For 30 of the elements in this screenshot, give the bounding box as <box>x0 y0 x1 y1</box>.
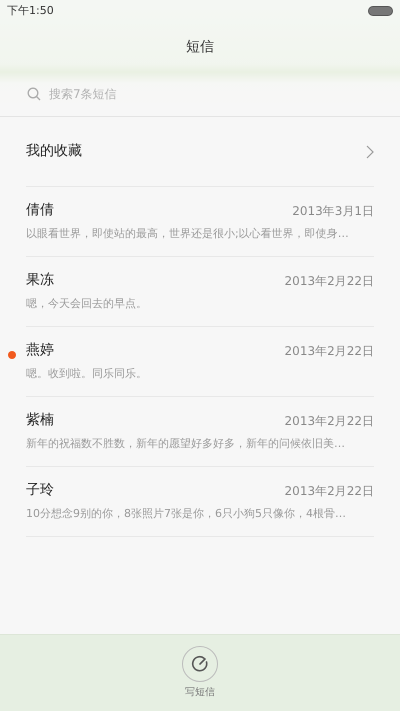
conversation-item[interactable]: 果冻 2013年2月22日 嗯，今天会回去的早点。 <box>26 257 374 327</box>
search-icon <box>27 87 41 101</box>
message-preview: 以眼看世界，即使站的最高，世界还是很小;以心看世界，即使身… <box>26 226 350 242</box>
message-preview: 10分想念9别的你，8张照片7张是你，6只小狗5只像你，4根骨… <box>26 506 347 522</box>
contact-name: 倩倩 <box>26 201 54 220</box>
contact-name: 燕婷 <box>26 341 54 360</box>
contact-name: 紫楠 <box>26 411 54 430</box>
message-date: 2013年3月1日 <box>292 202 374 220</box>
conversation-item[interactable]: 燕婷 2013年2月22日 嗯。收到啦。同乐同乐。 <box>26 327 374 397</box>
message-date: 2013年2月22日 <box>284 482 374 500</box>
page-title: 短信 <box>186 38 214 56</box>
status-time: 下午1:50 <box>7 2 54 19</box>
compose-icon <box>191 655 209 673</box>
message-date: 2013年2月22日 <box>284 342 374 360</box>
message-preview: 嗯。收到啦。同乐同乐。 <box>26 366 148 382</box>
conversation-item[interactable]: 紫楠 2013年2月22日 新年的祝福数不胜数，新年的愿望好多好多，新年的问候依旧美… <box>26 397 374 467</box>
compose-label: 写短信 <box>185 686 215 700</box>
message-date: 2013年2月22日 <box>284 272 374 290</box>
favorites-row[interactable]: 我的收藏 <box>26 117 374 187</box>
chevron-right-icon <box>366 144 374 158</box>
message-preview: 新年的祝福数不胜数，新年的愿望好多好多，新年的问候依旧美… <box>26 436 346 452</box>
message-preview: 嗯，今天会回去的早点。 <box>26 296 148 312</box>
battery-icon <box>368 6 393 16</box>
conversation-item[interactable]: 子玲 2013年2月22日 10分想念9别的你，8张照片7张是你，6只小狗5只像你，4根骨… <box>26 467 374 537</box>
conversation-item[interactable]: 倩倩 2013年3月1日 以眼看世界，即使站的最高，世界还是很小;以心看世界，即使身… <box>26 187 374 257</box>
search-field[interactable]: 搜索7条短信 <box>49 85 373 103</box>
compose-button[interactable] <box>182 646 218 682</box>
message-date: 2013年2月22日 <box>284 412 374 430</box>
contact-name: 果冻 <box>26 271 54 290</box>
contact-name: 子玲 <box>26 481 54 500</box>
